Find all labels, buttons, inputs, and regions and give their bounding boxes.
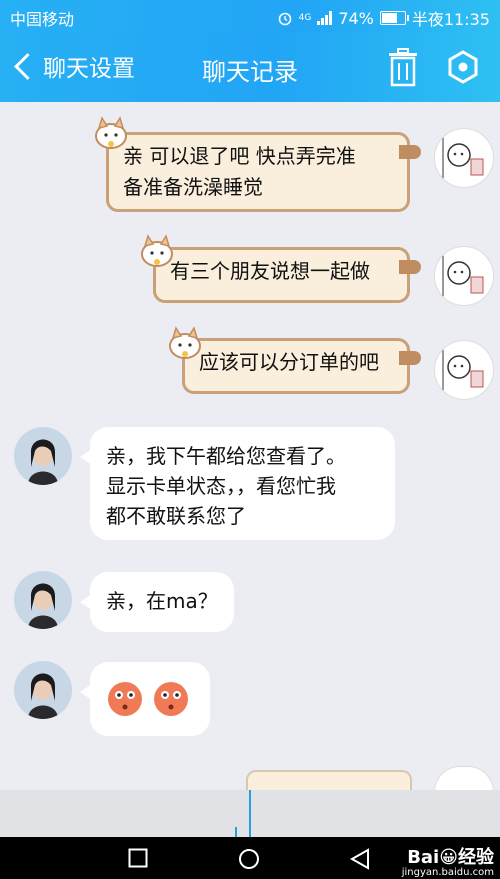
lucky-cat-icon bbox=[141, 234, 173, 267]
home-icon[interactable] bbox=[238, 848, 260, 870]
my-avatar[interactable] bbox=[434, 766, 494, 792]
network-type-label: 4G bbox=[298, 13, 312, 23]
message-text: 备准备洗澡睡觉 bbox=[123, 175, 263, 199]
chat-bubble-outgoing[interactable]: 亲 可以退了吧 快点弄完准 备准备洗澡睡觉 bbox=[106, 132, 421, 212]
message-text: 显示卡单状态，，看您忙我 bbox=[106, 474, 336, 498]
recent-apps-icon[interactable] bbox=[128, 848, 148, 868]
my-avatar[interactable] bbox=[434, 340, 494, 400]
blush-face-icon bbox=[108, 682, 142, 716]
system-nav-bar: Bai😀经验 jingyan.baidu.com bbox=[0, 837, 500, 879]
lucky-cat-icon bbox=[169, 326, 201, 359]
message-text: 有三个朋友说想一起做 bbox=[170, 259, 370, 283]
watermark-brand: Bai😀经验 bbox=[407, 847, 494, 868]
blush-face-icon bbox=[154, 682, 188, 716]
status-bar: 中国移动 4G 74% 半夜11:35 bbox=[0, 0, 500, 32]
text-cursor bbox=[235, 827, 237, 837]
clock: 半夜11:35 bbox=[411, 10, 490, 29]
message-text: 亲，在ma？ bbox=[106, 589, 218, 613]
battery-icon bbox=[379, 11, 409, 25]
chat-bubble-outgoing[interactable]: 应该可以分订单的吧 bbox=[182, 338, 421, 394]
settings-icon[interactable] bbox=[446, 50, 480, 84]
message-text: 都不敢联系您了 bbox=[106, 504, 246, 528]
contact-avatar[interactable] bbox=[14, 571, 72, 629]
chat-bubble-outgoing[interactable]: 有三个朋友说想一起做 bbox=[153, 247, 421, 303]
battery-percent: 74% bbox=[338, 8, 374, 28]
carrier-label: 中国移动 bbox=[10, 10, 75, 29]
lucky-cat-icon bbox=[95, 116, 127, 149]
input-area[interactable] bbox=[0, 790, 500, 837]
message-text: 亲，我下午都给您查看了。 bbox=[106, 444, 346, 468]
trash-icon[interactable] bbox=[388, 47, 418, 87]
alarm-icon bbox=[278, 12, 291, 26]
watermark-url: jingyan.baidu.com bbox=[401, 867, 494, 878]
message-text: 应该可以分订单的吧 bbox=[199, 350, 379, 374]
title-bar: 聊天设置 聊天记录 bbox=[0, 32, 500, 102]
chat-bubble-incoming[interactable]: 亲，在ma？ bbox=[80, 572, 234, 632]
page-title: 聊天记录 bbox=[202, 58, 298, 86]
signal-icon bbox=[317, 11, 333, 25]
contact-avatar[interactable] bbox=[14, 661, 72, 719]
back-icon[interactable] bbox=[350, 848, 370, 870]
text-cursor bbox=[249, 790, 251, 837]
message-text: 亲 可以退了吧 快点弄完准 bbox=[123, 144, 356, 168]
my-avatar[interactable] bbox=[434, 128, 494, 188]
chat-bubble-incoming[interactable] bbox=[80, 662, 210, 736]
watermark: Bai😀经验 jingyan.baidu.com bbox=[402, 843, 494, 878]
contact-avatar[interactable] bbox=[14, 427, 72, 485]
chat-bubble-incoming[interactable]: 亲，我下午都给您查看了。 显示卡单状态，，看您忙我 都不敢联系您了 bbox=[80, 427, 395, 540]
my-avatar[interactable] bbox=[434, 246, 494, 306]
